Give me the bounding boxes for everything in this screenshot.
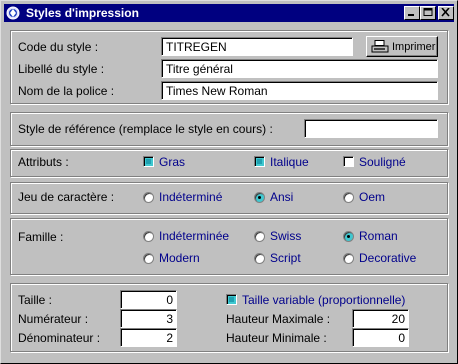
close-button[interactable] (438, 6, 454, 20)
code-field[interactable]: TITREGEN (161, 37, 353, 56)
maximize-button[interactable] (420, 6, 436, 20)
window-title: Styles d'impression (26, 6, 139, 20)
famille-decorative-radio[interactable] (343, 253, 354, 264)
numerateur-label: Numérateur : (18, 312, 89, 326)
italique-checkbox[interactable] (254, 156, 265, 167)
jeu-indetermine-radio[interactable] (143, 192, 154, 203)
taille-field[interactable]: 0 (120, 290, 177, 309)
print-button-label: Imprimer (392, 41, 436, 53)
print-button[interactable]: Imprimer (366, 36, 438, 57)
minimize-icon (408, 14, 414, 16)
famille-script-radio[interactable] (254, 253, 265, 264)
minimize-button[interactable] (404, 6, 420, 20)
gras-checkbox[interactable] (143, 156, 154, 167)
libelle-field[interactable]: Titre général (161, 59, 438, 78)
taille-variable-label[interactable]: Taille variable (proportionnelle) (242, 293, 405, 307)
jeu-oem-label[interactable]: Oem (359, 190, 385, 204)
hauteur-min-field[interactable]: 0 (352, 328, 409, 347)
famille-swiss-radio[interactable] (254, 231, 265, 242)
reference-field[interactable] (304, 119, 438, 138)
hauteur-max-field[interactable]: 20 (352, 309, 409, 328)
famille-roman-radio[interactable] (343, 231, 354, 242)
denominateur-field[interactable]: 2 (120, 328, 177, 347)
famille-indeterminee-label[interactable]: Indéterminée (159, 229, 229, 243)
police-field[interactable]: Times New Roman (161, 81, 438, 100)
title-bar[interactable]: Styles d'impression (4, 4, 454, 22)
jeu-ansi-label[interactable]: Ansi (270, 190, 293, 204)
printer-icon (371, 40, 389, 53)
hauteur-max-label: Hauteur Maximale : (226, 312, 331, 326)
code-label: Code du style : (18, 40, 99, 54)
numerateur-field[interactable]: 3 (120, 309, 177, 328)
famille-roman-label[interactable]: Roman (359, 229, 398, 243)
jeu-ansi-radio[interactable] (254, 192, 265, 203)
denominateur-label: Dénominateur : (18, 331, 101, 345)
gras-label[interactable]: Gras (159, 155, 185, 169)
attributs-label: Attributs : (18, 155, 69, 169)
souligne-label[interactable]: Souligné (359, 155, 406, 169)
taille-label: Taille : (18, 293, 53, 307)
souligne-checkbox[interactable] (343, 156, 354, 167)
famille-swiss-label[interactable]: Swiss (270, 229, 301, 243)
famille-script-label[interactable]: Script (270, 251, 301, 265)
libelle-label: Libellé du style : (18, 62, 105, 76)
styles-window: Styles d'impression Code du style : TITR… (0, 0, 458, 364)
hauteur-min-label: Hauteur Minimale : (226, 331, 327, 345)
italique-label[interactable]: Italique (270, 155, 309, 169)
famille-group (10, 218, 448, 275)
famille-label: Famille : (18, 230, 64, 244)
close-icon (441, 8, 450, 17)
famille-modern-radio[interactable] (143, 253, 154, 264)
jeu-label: Jeu de caractère : (18, 190, 115, 204)
maximize-icon (423, 8, 433, 16)
taille-variable-checkbox[interactable] (226, 294, 237, 305)
jeu-indetermine-label[interactable]: Indéterminé (159, 190, 222, 204)
famille-modern-label[interactable]: Modern (159, 251, 200, 265)
famille-indeterminee-radio[interactable] (143, 231, 154, 242)
police-label: Nom de la police : (18, 84, 115, 98)
jeu-oem-radio[interactable] (343, 192, 354, 203)
app-icon (6, 6, 20, 20)
reference-label: Style de référence (remplace le style en… (18, 122, 273, 136)
famille-decorative-label[interactable]: Decorative (359, 251, 416, 265)
